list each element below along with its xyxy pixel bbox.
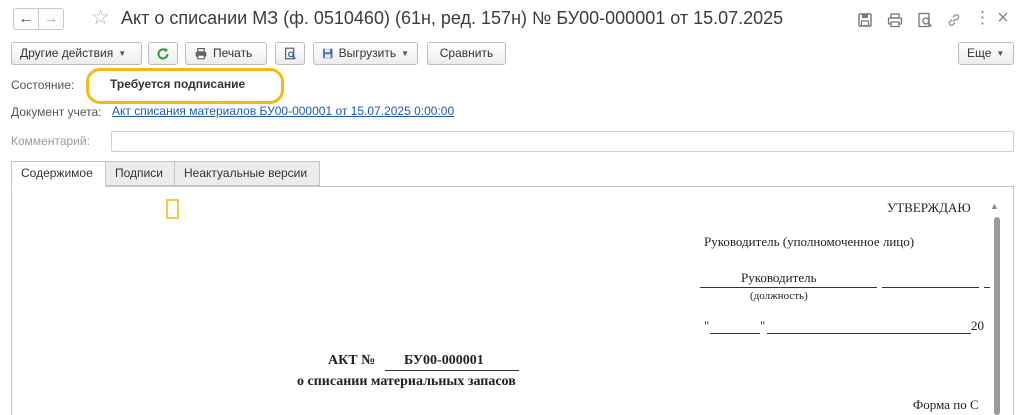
print-icon[interactable] — [887, 12, 903, 28]
tab-signatures[interactable]: Подписи — [105, 161, 175, 186]
refresh-button[interactable] — [148, 42, 178, 65]
link-icon[interactable] — [946, 12, 962, 28]
comment-label: Комментарий: — [11, 134, 90, 148]
year-prefix: 20 — [971, 318, 984, 333]
doc-link[interactable]: Акт списания материалов БУ00-000001 от 1… — [112, 104, 454, 118]
position-underline — [700, 287, 877, 288]
chevron-down-icon: ▼ — [401, 49, 409, 58]
more-button[interactable]: Еще ▼ — [958, 42, 1014, 65]
head-title: Руководитель (уполномоченное лицо) — [704, 234, 915, 249]
position-caption: (должность) — [750, 290, 808, 302]
approve-heading: УТВЕРЖДАЮ — [887, 200, 971, 215]
zoom-icon[interactable] — [917, 12, 933, 28]
printer-icon — [195, 48, 207, 60]
position-value: Руководитель — [741, 270, 817, 285]
preview-icon — [284, 47, 296, 60]
export-label: Выгрузить — [338, 46, 397, 60]
scrollbar-thumb[interactable] — [994, 217, 1000, 415]
date-quote-open: " — [704, 318, 710, 333]
tab-content[interactable]: Содержимое — [11, 161, 106, 187]
window-title: Акт о списании МЗ (ф. 0510460) (61н, ред… — [121, 8, 784, 28]
save-icon[interactable] — [857, 12, 873, 28]
form-caption: Форма по С — [913, 397, 979, 412]
doc-label: Документ учета: — [11, 105, 102, 119]
tab-old-versions[interactable]: Неактуальные версии — [174, 161, 320, 186]
date-quote-close: " — [760, 318, 766, 333]
star-icon[interactable]: ☆ — [91, 6, 110, 30]
export-button[interactable]: Выгрузить ▼ — [313, 42, 418, 65]
chevron-down-icon: ▼ — [118, 49, 127, 58]
refresh-icon — [157, 47, 169, 59]
title-bar: ← → ☆ Акт о списании МЗ (ф. 0510460) (61… — [0, 0, 1024, 38]
state-value: Требуется подписание — [110, 77, 246, 91]
floppy-icon — [323, 48, 333, 59]
date-day-underline — [710, 333, 760, 334]
preview-button[interactable] — [275, 42, 305, 65]
more-label: Еще — [967, 46, 992, 60]
print-form-area: УТВЕРЖДАЮ Руководитель (уполномоченное л… — [11, 186, 1014, 415]
print-label: Печать — [213, 46, 253, 60]
chevron-down-icon: ▼ — [996, 49, 1005, 58]
name-underline — [984, 287, 990, 288]
other-actions-button[interactable]: Другие действия ▼ — [11, 42, 142, 65]
act-prefix: АКТ № — [328, 353, 376, 368]
compare-button[interactable]: Сравнить — [427, 42, 506, 65]
forward-button[interactable]: → — [38, 8, 64, 30]
print-button[interactable]: Печать — [185, 42, 267, 65]
act-number: БУ00-000001 — [404, 353, 484, 368]
close-icon[interactable]: × — [995, 8, 1011, 28]
more-icon[interactable]: ⋮ — [974, 9, 991, 27]
other-actions-label: Другие действия — [20, 46, 114, 60]
active-cell[interactable] — [166, 199, 179, 219]
act-number-underline — [385, 370, 519, 371]
date-month-underline — [767, 333, 971, 334]
compare-label: Сравнить — [439, 46, 494, 60]
comment-input[interactable] — [111, 131, 1014, 152]
act-subtitle: о списании материальных запасов — [297, 374, 516, 389]
scroll-up-icon[interactable]: ▲ — [990, 201, 999, 211]
back-button[interactable]: ← — [13, 8, 39, 30]
state-label: Состояние: — [11, 78, 75, 92]
signature-underline — [882, 287, 979, 288]
